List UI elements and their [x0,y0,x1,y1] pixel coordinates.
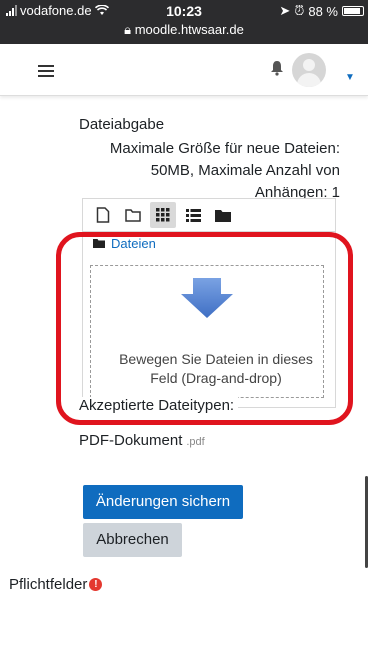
drop-text-line: Bewegen Sie Dateien in dieses [119,351,313,367]
upload-constraints: Maximale Größe für neue Dateien: 50MB, M… [90,138,340,204]
list-view-button[interactable] [180,202,206,228]
filemanager-toolbar [82,198,336,232]
top-navbar: ▼ [0,44,368,96]
url-bar[interactable]: 🔒︎ moodle.htwsaar.de [0,22,368,38]
constraint-line: 50MB, Maximale Anzahl von [150,162,340,179]
status-bar: vodafone.de 10:23 🔒︎ moodle.htwsaar.de ➤… [0,0,368,44]
save-changes-button[interactable]: Änderungen sichern [83,485,243,519]
folder-icon [93,239,105,248]
required-icon: ! [89,578,103,591]
list-view-icon [185,208,201,222]
accepted-types-label: Akzeptierte Dateitypen: [79,397,239,414]
location-icon: ➤ [279,3,291,18]
battery-icon [342,6,364,16]
create-folder-icon [125,209,141,222]
dropzone-instructions: Bewegen Sie Dateien in dieses Feld (Drag… [96,350,336,388]
field-label: Dateiabgabe [79,116,165,133]
accepted-type-name: PDF-Dokument [79,432,183,449]
grid-view-icon [156,208,170,222]
add-file-button[interactable] [90,202,116,228]
drop-text-line: Feld (Drag-and-drop) [148,369,284,388]
alarm-icon: ⏰︎ [294,3,305,18]
path-label: Dateien [111,235,156,251]
bell-icon[interactable] [270,60,284,76]
hamburger-icon [38,65,54,77]
user-menu-caret-icon[interactable]: ▼ [345,72,355,83]
battery-percent: 88 % [308,3,338,19]
user-avatar[interactable] [292,53,326,87]
filemanager-path[interactable]: Dateien [82,232,336,254]
required-fields-note: Pflichtfelder ! [9,576,103,593]
url-text: moodle.htwsaar.de [134,22,244,37]
tree-view-icon [215,209,231,222]
accepted-type-ext: .pdf [186,436,205,448]
constraint-line: Maximale Größe für neue Dateien: [109,140,340,157]
add-file-icon [96,207,110,223]
create-folder-button[interactable] [120,202,146,228]
menu-button[interactable] [28,56,64,86]
grid-view-button[interactable] [150,202,176,228]
drop-arrow-icon [181,278,233,318]
status-right: ➤ ⏰︎ 88 % [279,3,364,19]
required-label: Pflichtfelder [9,576,88,593]
accepted-type-item: PDF-Dokument .pdf [79,432,205,449]
lock-icon: 🔒︎ [124,22,135,37]
cancel-button[interactable]: Abbrechen [83,523,182,557]
tree-view-button[interactable] [210,202,236,228]
